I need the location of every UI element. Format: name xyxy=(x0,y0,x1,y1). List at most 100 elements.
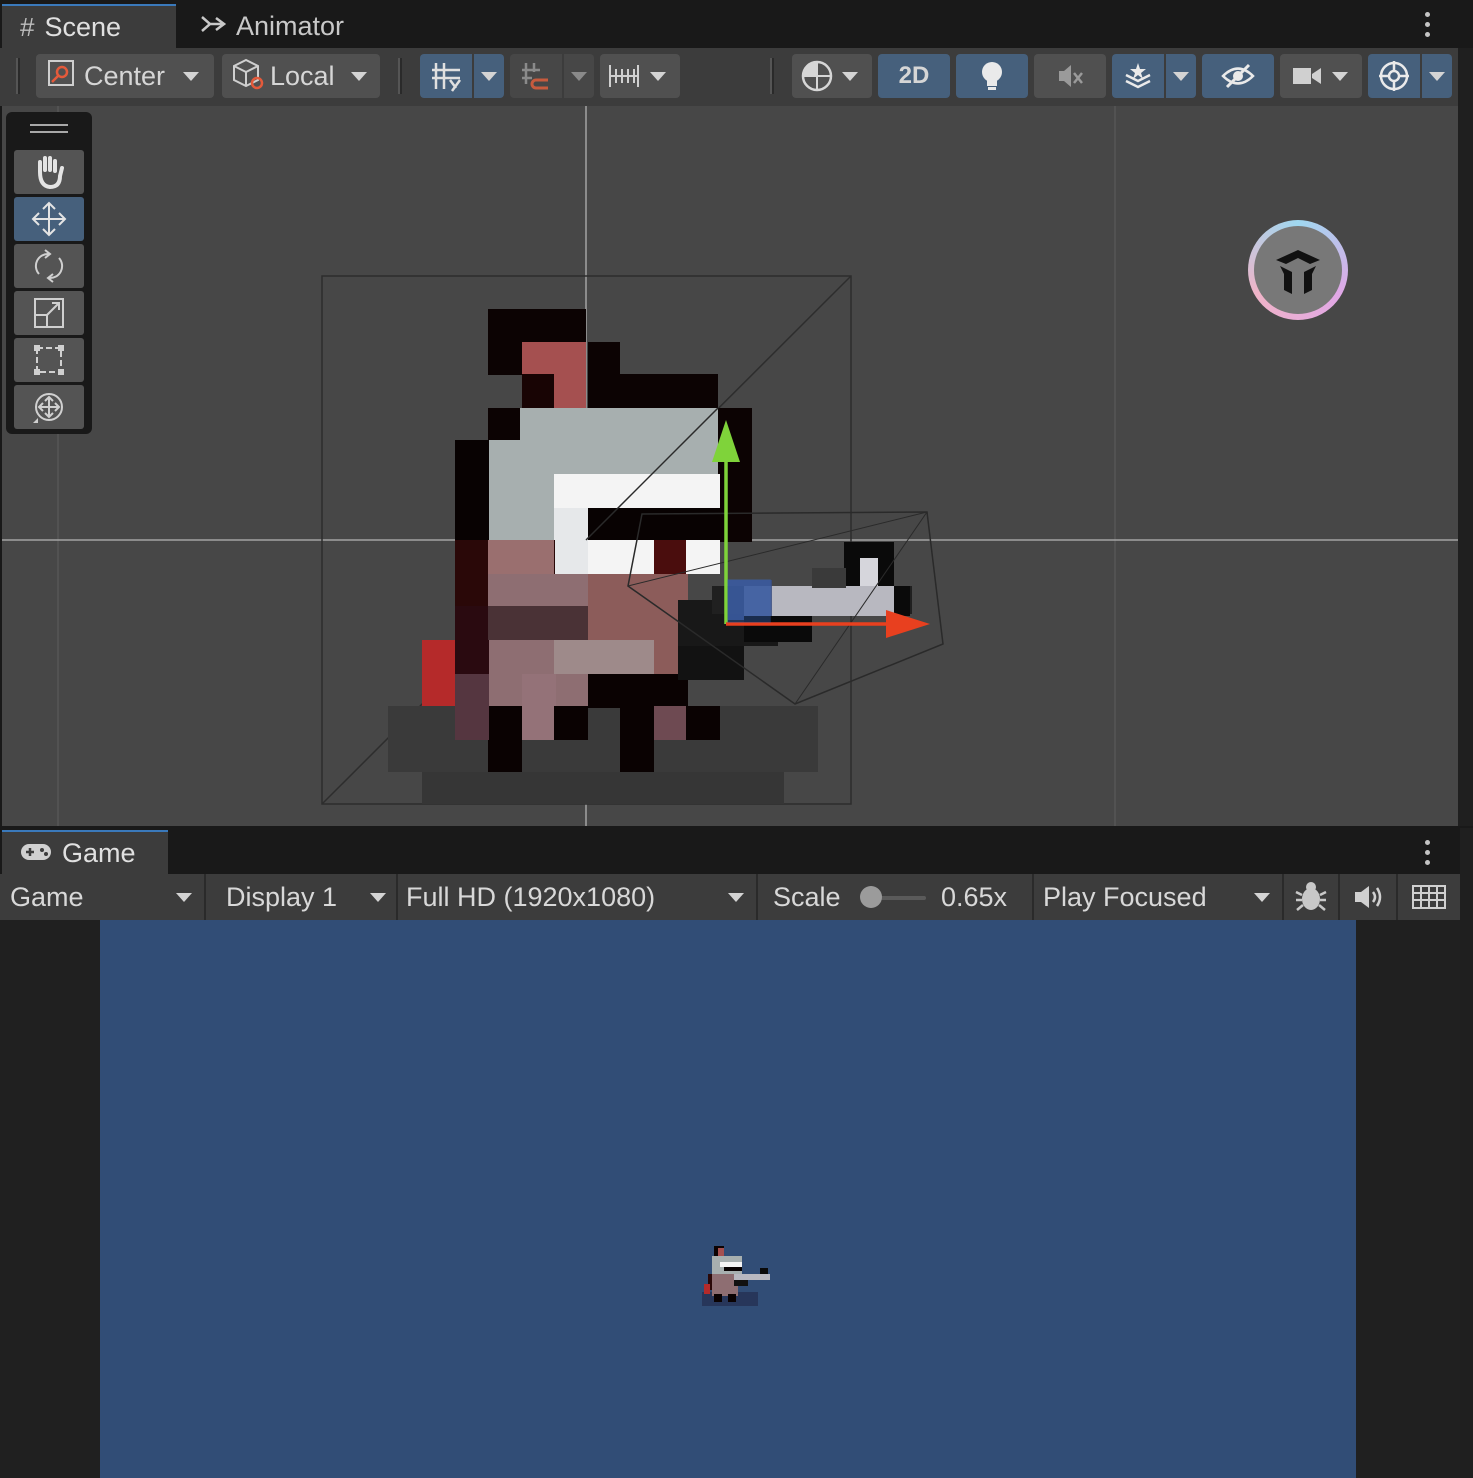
game-canvas[interactable] xyxy=(100,920,1356,1478)
grid-snap-dropdown[interactable] xyxy=(474,54,504,98)
chevron-down-icon xyxy=(842,71,858,81)
tab-animator-label: Animator xyxy=(236,10,345,41)
tool-palette xyxy=(6,112,92,434)
rotate-icon xyxy=(34,249,64,283)
scene-scrollbar-strip xyxy=(1458,48,1473,826)
rect-tool-button[interactable] xyxy=(14,338,84,382)
grid-icon: # xyxy=(20,11,35,42)
move-tool-button[interactable] xyxy=(14,197,84,241)
chevron-down-icon xyxy=(1332,71,1348,81)
move-arrows-icon xyxy=(31,201,67,237)
pivot-icon xyxy=(46,58,76,95)
transform-icon xyxy=(33,393,63,423)
mode-2d-toggle[interactable]: 2D xyxy=(878,54,950,98)
scene-tab-bar: # Scene Animator xyxy=(0,0,1473,48)
game-scrollbar-strip xyxy=(1460,828,1473,1478)
game-toolbar: Game Display 1 Full HD (1920x1080) Scale… xyxy=(0,874,1460,920)
scene-toolbar: Center Local 2D xyxy=(0,48,1460,106)
camera-settings-dropdown[interactable] xyxy=(1280,54,1362,98)
chevron-down-icon xyxy=(1173,71,1189,81)
ruler-snap-dropdown[interactable] xyxy=(600,54,680,98)
effects-toggle[interactable] xyxy=(1112,54,1164,98)
chevron-down-icon xyxy=(481,71,497,81)
chevron-down-icon xyxy=(350,71,367,81)
lighting-toggle[interactable] xyxy=(956,54,1028,98)
mute-speaker-icon xyxy=(1059,65,1083,87)
chevron-down-icon xyxy=(650,71,666,81)
scene-viewport[interactable] xyxy=(2,106,1458,826)
pivot-label: Center xyxy=(84,60,166,91)
grid-snap-toggle[interactable] xyxy=(420,54,472,98)
knight-sprite xyxy=(388,309,912,804)
tab-game-label: Game xyxy=(62,837,136,868)
ruler-icon xyxy=(609,65,639,87)
orientation-gizmo[interactable] xyxy=(1248,220,1348,320)
increment-snap-toggle[interactable] xyxy=(510,54,562,98)
stats-debug-toggle[interactable] xyxy=(1284,874,1340,920)
tab-scene[interactable]: # Scene xyxy=(2,4,176,48)
palette-grip[interactable] xyxy=(30,124,68,126)
rect-transform-icon xyxy=(34,345,64,375)
increment-snap-dropdown[interactable] xyxy=(564,54,594,98)
audio-mute-toggle[interactable] xyxy=(1340,874,1398,920)
view-select-label: Game xyxy=(10,881,84,912)
eye-slash-icon xyxy=(1221,63,1255,89)
hand-tool-button[interactable] xyxy=(14,150,84,194)
bug-icon xyxy=(1295,882,1327,911)
scale-value: 0.65x xyxy=(941,881,1008,912)
scale-icon xyxy=(34,298,64,328)
gizmo-sphere-icon xyxy=(1379,61,1409,91)
gizmos-toggle[interactable] xyxy=(1368,54,1420,98)
game-more-menu-icon[interactable] xyxy=(1424,840,1430,865)
camera-icon xyxy=(1293,68,1321,84)
effects-dropdown[interactable] xyxy=(1166,54,1196,98)
chevron-down-icon xyxy=(370,892,386,902)
draw-mode-dropdown[interactable] xyxy=(792,54,872,98)
toolbar-separator xyxy=(398,58,402,94)
view-select[interactable]: Game xyxy=(0,874,206,920)
hidden-objects-toggle[interactable] xyxy=(1202,54,1274,98)
tab-scene-label: Scene xyxy=(44,11,122,42)
gamepad-icon xyxy=(20,838,52,869)
chevron-down-icon xyxy=(176,892,192,902)
toolbar-grip xyxy=(16,58,20,94)
animator-icon xyxy=(200,11,227,42)
scene-more-menu-icon[interactable] xyxy=(1424,12,1430,37)
chevron-down-icon xyxy=(183,71,200,81)
rotate-tool-button[interactable] xyxy=(14,244,84,288)
tab-game[interactable]: Game xyxy=(2,830,168,874)
scale-label: Scale xyxy=(773,881,841,912)
chevron-down-icon xyxy=(728,892,744,902)
chevron-down-icon xyxy=(1254,892,1270,902)
display-select[interactable]: Display 1 xyxy=(206,874,398,920)
palette-grip-line xyxy=(30,131,68,133)
unity-logo-icon xyxy=(1276,250,1320,294)
chevron-down-icon xyxy=(1429,71,1445,81)
knight-sprite-preview xyxy=(702,1246,770,1306)
space-label: Local xyxy=(270,60,335,91)
gizmo-plane-handle xyxy=(727,579,771,623)
display-select-label: Display 1 xyxy=(226,881,338,912)
sphere-shading-icon xyxy=(801,60,833,92)
play-mode-label: Play Focused xyxy=(1043,881,1207,912)
mode-2d-label: 2D xyxy=(898,62,930,89)
play-mode-select[interactable]: Play Focused xyxy=(1034,874,1284,920)
scale-tool-button[interactable] xyxy=(14,291,84,335)
space-dropdown[interactable]: Local xyxy=(222,54,380,98)
audio-toggle[interactable] xyxy=(1034,54,1106,98)
effects-layers-icon xyxy=(1125,63,1151,89)
pivot-dropdown[interactable]: Center xyxy=(36,54,214,98)
speaker-icon xyxy=(1355,886,1382,908)
tab-animator[interactable]: Animator xyxy=(182,4,372,48)
scale-control: Scale 0.65x xyxy=(758,874,1034,920)
cube-icon xyxy=(230,56,264,97)
scale-slider-thumb[interactable] xyxy=(860,886,882,908)
resolution-select[interactable]: Full HD (1920x1080) xyxy=(398,874,758,920)
lightbulb-icon xyxy=(982,62,1002,90)
gizmos-dropdown[interactable] xyxy=(1422,54,1452,98)
transform-tool-button[interactable] xyxy=(14,385,84,429)
snap-magnet-icon xyxy=(522,63,548,90)
scene-canvas xyxy=(2,106,1458,826)
game-tab-bar: Game xyxy=(0,828,1473,874)
gizmos-keyboard-toggle[interactable] xyxy=(1398,874,1460,920)
